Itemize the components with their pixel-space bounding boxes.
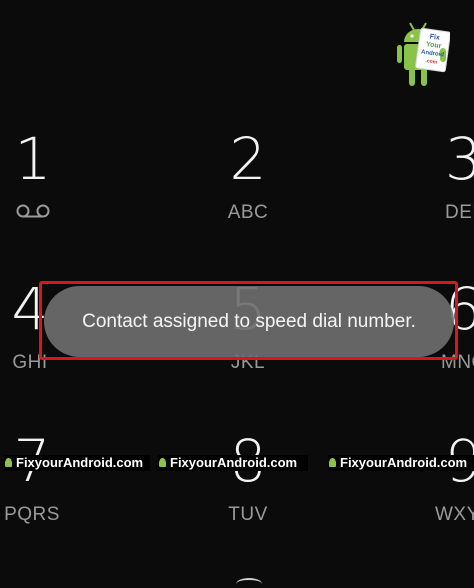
watermark-strip: FixyourAndroid.com — [328, 455, 474, 471]
dial-key-8[interactable]: 8 TUV — [188, 428, 308, 546]
dial-key-3[interactable]: 3 DEF — [405, 126, 474, 244]
android-icon — [159, 457, 166, 467]
watermark-strip: FixyourAndroid.com — [158, 455, 308, 471]
logo-text: Fix Your Android .com — [416, 32, 450, 68]
watermark-text: FixyourAndroid.com — [170, 455, 298, 470]
dial-key-letters: TUV — [228, 504, 268, 525]
phone-dialer-screen: 1 2 ABC 3 DEF 4 GHI 5 JKL 6 MNO 7 PQRS 8… — [0, 0, 474, 588]
dial-key-letters: WXYZ — [435, 504, 474, 525]
dial-key-1[interactable]: 1 — [0, 126, 93, 244]
dial-key-digit: 3 — [445, 126, 474, 193]
dial-key-2[interactable]: 2 ABC — [188, 126, 308, 244]
dial-key-digit: 1 — [14, 125, 52, 193]
android-icon — [329, 457, 336, 467]
dial-key-digit: 2 — [229, 125, 267, 193]
dial-key-7[interactable]: 7 PQRS — [0, 428, 92, 546]
dial-key-9[interactable]: 9 WXYZ — [405, 428, 474, 546]
fixyourandroid-logo: Fix Your Android .com — [396, 20, 451, 90]
watermark-text: FixyourAndroid.com — [340, 455, 468, 470]
voicemail-icon — [16, 204, 50, 218]
dial-key-letters: PQRS — [4, 504, 60, 525]
watermark-text: FixyourAndroid.com — [16, 455, 144, 470]
dial-key-letters: ABC — [227, 202, 269, 223]
android-icon — [5, 457, 12, 467]
dial-key-letters: DEF — [445, 202, 474, 223]
highlight-box — [39, 281, 458, 360]
dial-key-star-partial — [236, 578, 262, 588]
watermark-strip: FixyourAndroid.com — [4, 455, 150, 471]
